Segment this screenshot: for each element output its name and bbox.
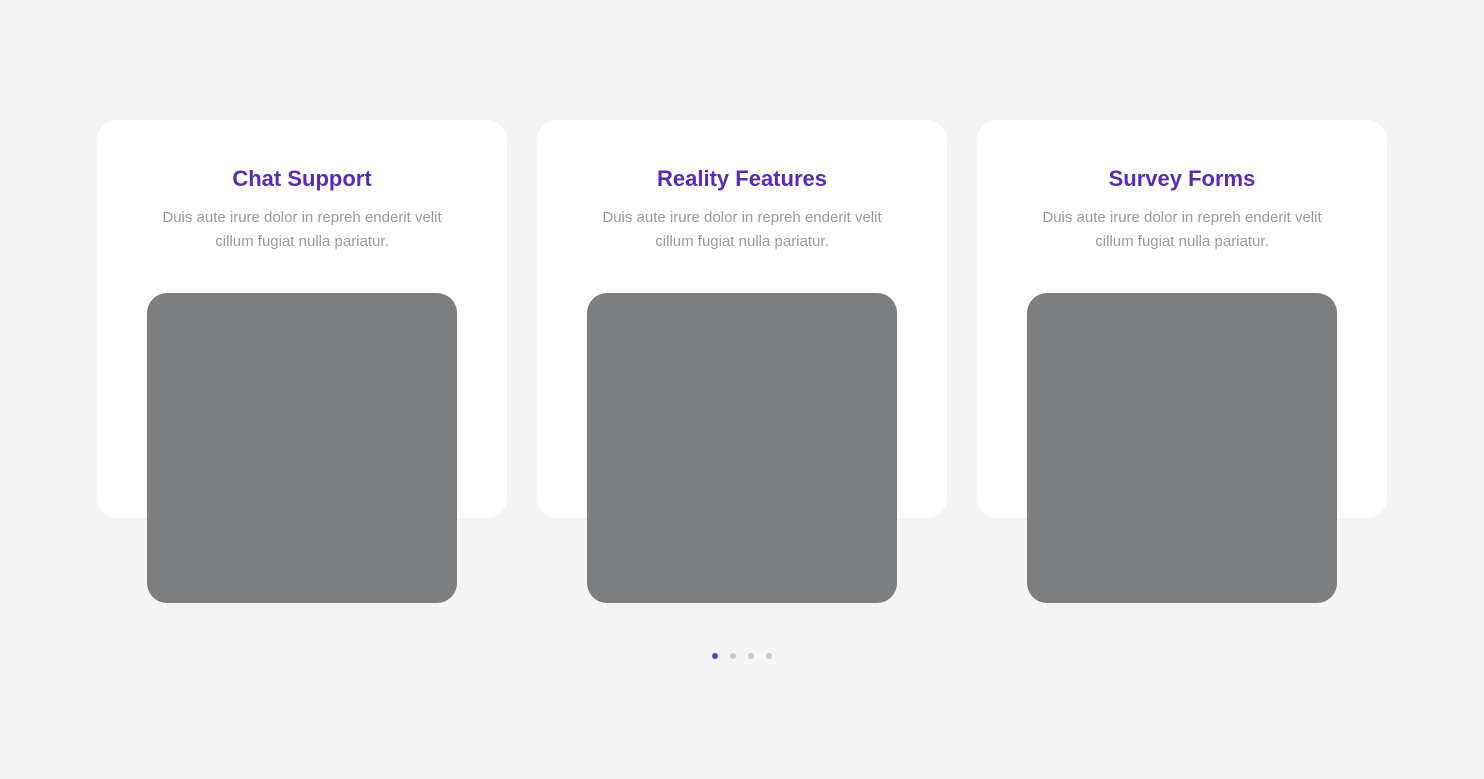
card-description-line: cillum fugiat nulla pariatur. xyxy=(655,233,829,250)
card-description: Duis aute irure dolor in repreh enderit … xyxy=(977,206,1387,254)
card-title: Chat Support xyxy=(232,166,372,191)
card-title: Reality Features xyxy=(657,166,827,191)
pagination-dot-1[interactable] xyxy=(712,653,718,659)
pagination-dot-2[interactable] xyxy=(730,653,736,659)
carousel-pagination xyxy=(712,652,772,660)
card-title: Survey Forms xyxy=(1108,166,1256,191)
card-description-line: Duis aute irure dolor in repreh enderit … xyxy=(602,209,882,226)
pagination-dot-4[interactable] xyxy=(766,653,772,659)
card-description: Duis aute irure dolor in repreh enderit … xyxy=(537,206,947,254)
card-image-placeholder xyxy=(1027,293,1337,603)
pagination-dot-3[interactable] xyxy=(748,653,754,659)
card-description-line: Duis aute irure dolor in repreh enderit … xyxy=(1042,209,1322,226)
card-image-placeholder xyxy=(147,293,457,603)
card-description-line: cillum fugiat nulla pariatur. xyxy=(1095,233,1269,250)
card-description-line: Duis aute irure dolor in repreh enderit … xyxy=(162,209,442,226)
card-description-line: cillum fugiat nulla pariatur. xyxy=(215,233,389,250)
card-description: Duis aute irure dolor in repreh enderit … xyxy=(97,206,507,254)
card-image-placeholder xyxy=(587,293,897,603)
